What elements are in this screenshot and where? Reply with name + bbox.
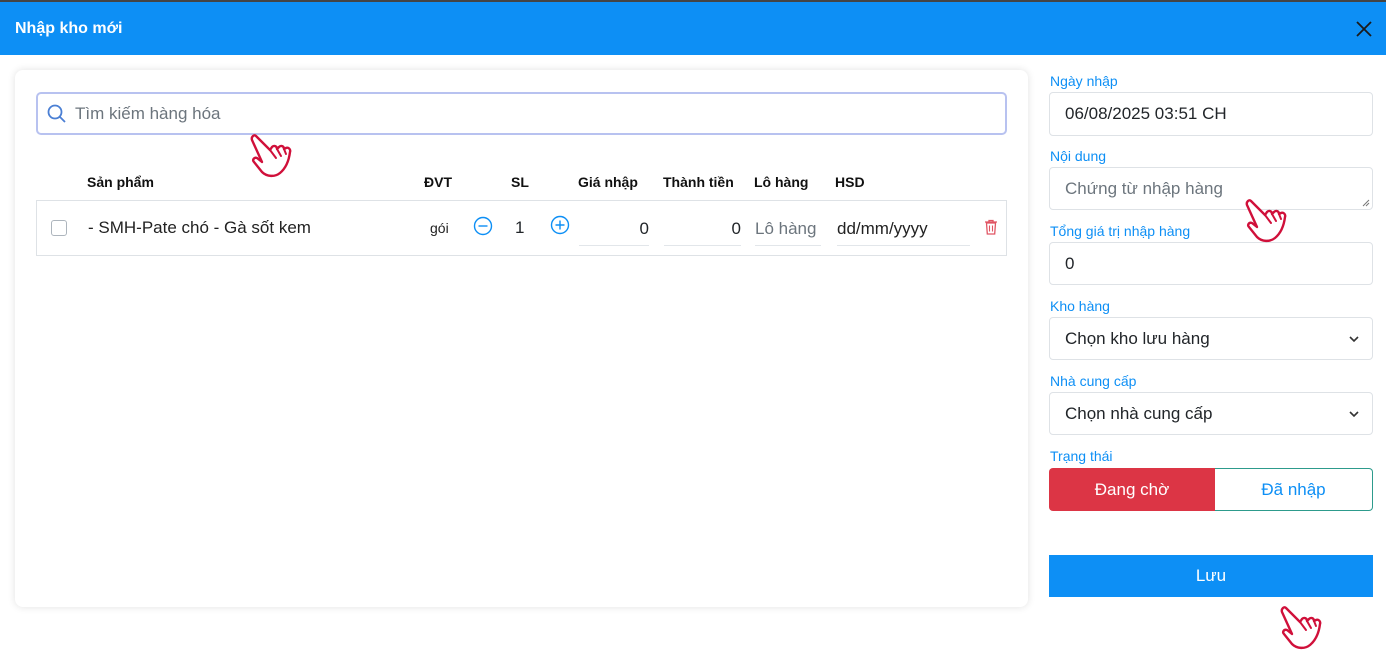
quantity-value: 1 — [515, 218, 525, 237]
product-search[interactable] — [36, 92, 1007, 135]
status-label: Trạng thái — [1050, 448, 1113, 464]
content-label: Nội dung — [1050, 148, 1107, 164]
status-done-button[interactable]: Đã nhập — [1215, 468, 1373, 511]
lot-input[interactable]: Lô hàng — [755, 212, 821, 246]
price-input[interactable]: 0 — [579, 212, 649, 246]
warehouse-select[interactable]: Chọn kho lưu hàng — [1049, 317, 1373, 360]
date-field[interactable]: 06/08/2025 03:51 CH — [1049, 92, 1373, 136]
content-textarea[interactable]: Chứng từ nhập hàng — [1049, 167, 1373, 210]
chevron-down-icon — [1349, 336, 1359, 343]
hand-pointer-icon — [250, 134, 292, 178]
row-checkbox[interactable] — [51, 220, 67, 236]
warehouse-selected: Chọn kho lưu hàng — [1065, 328, 1210, 348]
content-placeholder: Chứng từ nhập hàng — [1065, 178, 1223, 198]
modal-header: Nhập kho mới — [0, 2, 1386, 55]
status-pending-button[interactable]: Đang chờ — [1049, 468, 1215, 511]
header-expiry: HSD — [835, 174, 865, 190]
chevron-down-icon — [1349, 411, 1359, 418]
header-product: Sản phẩm — [87, 174, 154, 190]
status-toggle: Đang chờ Đã nhập — [1049, 468, 1373, 511]
header-lot: Lô hàng — [754, 174, 809, 190]
supplier-select[interactable]: Chọn nhà cung cấp — [1049, 392, 1373, 435]
warehouse-label: Kho hàng — [1050, 298, 1110, 314]
minus-circle-icon[interactable] — [473, 216, 493, 236]
product-name: - SMH-Pate chó - Gà sốt kem — [88, 218, 311, 237]
product-unit: gói — [430, 220, 449, 236]
supplier-label: Nhà cung cấp — [1050, 373, 1137, 389]
expiry-input[interactable]: dd/mm/yyyy — [837, 212, 970, 246]
trash-icon[interactable] — [984, 219, 998, 235]
total-input[interactable]: 0 — [664, 212, 741, 246]
header-unit: ĐVT — [424, 174, 452, 190]
header-price: Giá nhập — [578, 174, 638, 190]
total-value-field[interactable]: 0 — [1049, 242, 1373, 285]
search-icon — [47, 104, 66, 123]
search-input[interactable] — [75, 103, 955, 124]
supplier-selected: Chọn nhà cung cấp — [1065, 403, 1213, 423]
total-value-label: Tổng giá trị nhập hàng — [1050, 223, 1191, 239]
resize-handle-icon[interactable] — [1362, 199, 1370, 207]
hand-pointer-icon — [1245, 199, 1287, 243]
save-button[interactable]: Lưu — [1049, 555, 1373, 597]
plus-circle-icon[interactable] — [550, 215, 570, 235]
modal-title: Nhập kho mới — [15, 19, 123, 37]
date-label: Ngày nhập — [1050, 73, 1118, 89]
table-row: - SMH-Pate chó - Gà sốt kem gói 1 0 0 Lô… — [36, 200, 1007, 256]
close-icon[interactable] — [1354, 19, 1374, 39]
product-panel: Sản phẩm ĐVT SL Giá nhập Thành tiền Lô h… — [15, 70, 1028, 607]
header-total: Thành tiền — [663, 174, 734, 190]
header-qty: SL — [511, 174, 529, 190]
hand-pointer-icon — [1280, 606, 1322, 650]
